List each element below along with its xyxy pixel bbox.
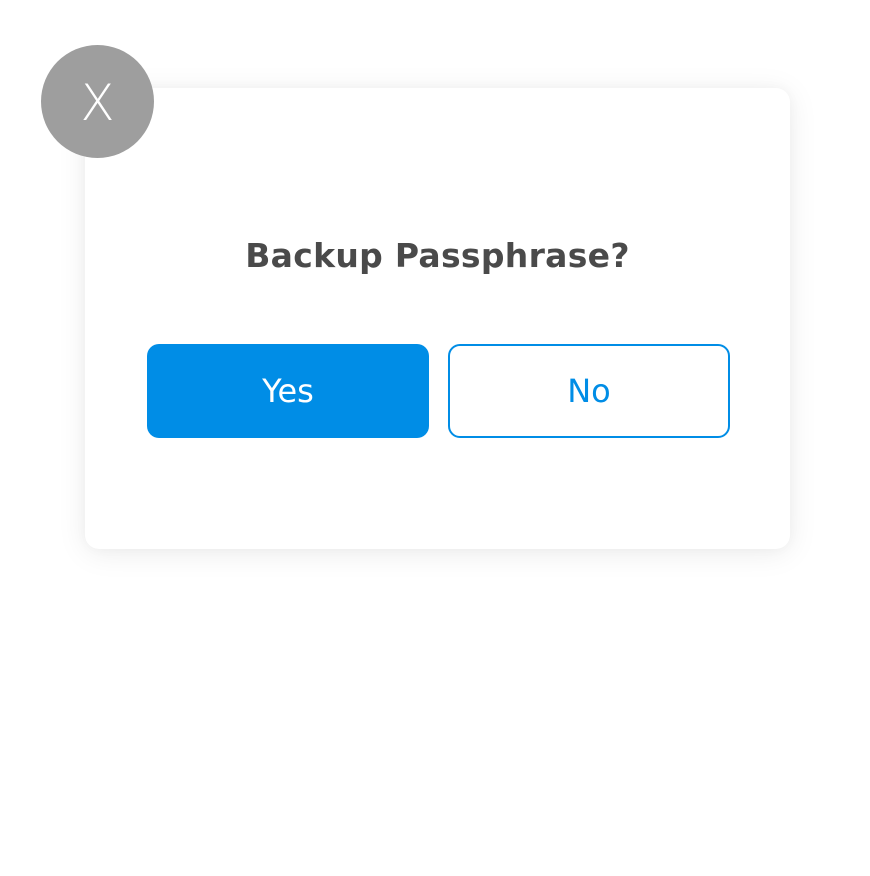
backup-dialog: Backup Passphrase? Yes No: [85, 88, 790, 549]
page: X Backup Passphrase? Yes No: [0, 0, 870, 876]
no-button[interactable]: No: [448, 344, 730, 438]
close-icon[interactable]: X: [80, 78, 114, 128]
dialog-title: Backup Passphrase?: [245, 236, 630, 275]
close-button[interactable]: X: [41, 45, 154, 158]
yes-button[interactable]: Yes: [147, 344, 429, 438]
